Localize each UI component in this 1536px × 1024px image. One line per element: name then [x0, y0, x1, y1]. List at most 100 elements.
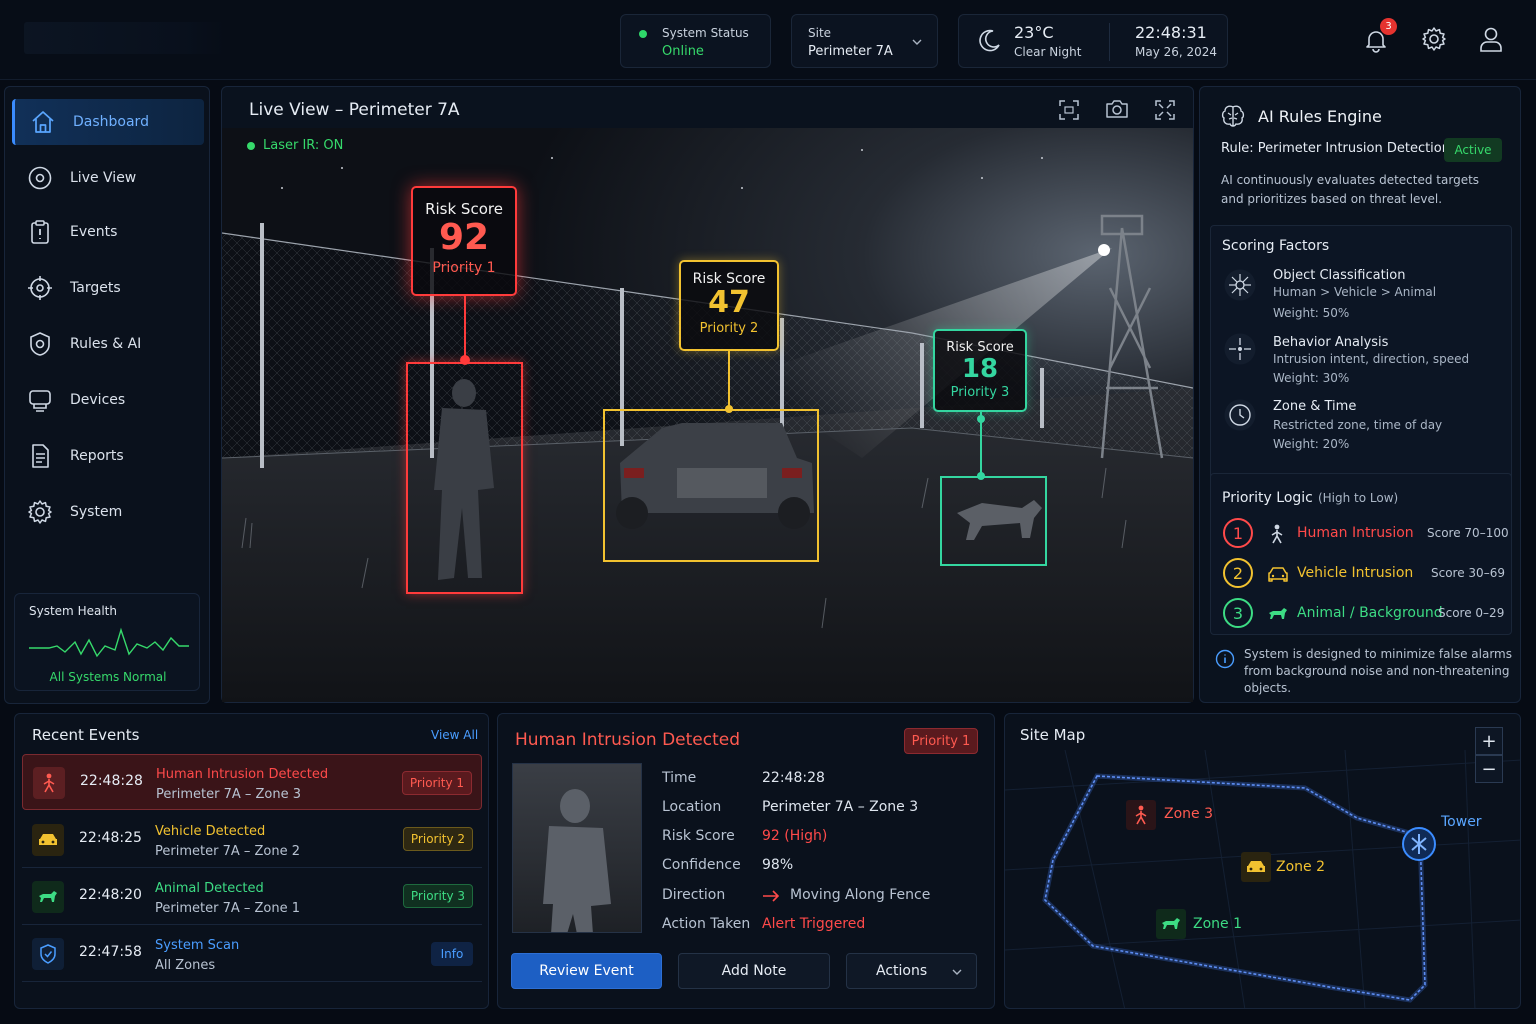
- rule-description-1: AI continuously evaluates detected targe…: [1221, 173, 1480, 187]
- sidebar-item-label: Targets: [70, 280, 121, 296]
- focus-button[interactable]: [1058, 99, 1080, 121]
- system-status-box[interactable]: System Status Online: [620, 14, 771, 68]
- event-time: 22:47:58: [79, 944, 142, 960]
- sidebar-item-label: Events: [70, 224, 118, 240]
- event-location: Perimeter 7A – Zone 3: [156, 787, 301, 802]
- event-location: All Zones: [155, 958, 216, 973]
- factor-2-weight: Weight: 30%: [1273, 371, 1350, 385]
- person-icon: [43, 773, 55, 793]
- camera-feed[interactable]: Laser IR: ON Risk Score 92 Priority 1 Ri…: [222, 128, 1193, 702]
- zone-1-marker[interactable]: [1156, 909, 1186, 939]
- zoom-out-button[interactable]: −: [1475, 755, 1503, 783]
- sidebar-item-events[interactable]: Events: [12, 209, 204, 255]
- health-waveform: [29, 627, 189, 658]
- factor-2-sub: Intrusion intent, direction, speed: [1273, 352, 1470, 366]
- risk-score-box-2[interactable]: Risk Score 47 Priority 2: [679, 260, 779, 351]
- zoom-in-button[interactable]: +: [1475, 727, 1503, 755]
- site-label: Site: [808, 26, 832, 40]
- event-row-3[interactable]: 22:48:20 Animal Detected Perimeter 7A – …: [22, 869, 482, 925]
- sidebar-item-targets[interactable]: Targets: [12, 265, 204, 311]
- ai-rules-panel: AI Rules Engine Rule: Perimeter Intrusio…: [1199, 86, 1521, 703]
- view-all-link[interactable]: View All: [431, 728, 478, 742]
- priority-logic-title-text: Priority Logic: [1222, 490, 1313, 506]
- animal-icon: [1162, 918, 1180, 929]
- actions-label: Actions: [876, 963, 928, 979]
- event-row-4[interactable]: 22:47:58 System Scan All Zones Info: [22, 926, 482, 982]
- event-icon-box: [32, 938, 64, 970]
- site-selector[interactable]: Site Perimeter 7A: [791, 14, 938, 68]
- app-logo: [24, 22, 224, 54]
- live-view-title: Live View – Perimeter 7A: [249, 100, 460, 120]
- animal-icon: [39, 891, 57, 902]
- gear-icon: [28, 500, 52, 524]
- network-icon: [1224, 269, 1256, 301]
- false-alarm-note-1: System is designed to minimize false ala…: [1244, 647, 1512, 661]
- add-note-button[interactable]: Add Note: [678, 953, 830, 989]
- sidebar-item-devices[interactable]: Devices: [12, 377, 204, 423]
- sidebar-item-live-view[interactable]: Live View: [12, 155, 204, 201]
- bounding-box-vehicle[interactable]: [603, 409, 819, 562]
- priority-num-2: 2: [1223, 558, 1253, 588]
- user-profile-button[interactable]: [1478, 25, 1506, 55]
- scoring-factors-title: Scoring Factors: [1222, 238, 1330, 254]
- sidebar-item-label: Rules & AI: [70, 336, 142, 352]
- detail-time-value: 22:48:28: [762, 770, 825, 786]
- fullscreen-button[interactable]: [1154, 99, 1176, 121]
- risk-score-value: 92: [438, 217, 490, 258]
- health-status: All Systems Normal: [49, 670, 167, 684]
- priority-row-3: 3 Animal / Background Score 0–29: [1211, 596, 1513, 630]
- priority-label-3: Animal / Background: [1297, 605, 1443, 621]
- priority-score-2: Score 30–69: [1431, 566, 1505, 580]
- event-row-1[interactable]: 22:48:28 Human Intrusion Detected Perime…: [22, 754, 482, 810]
- event-priority-badge: Priority 1: [402, 771, 472, 795]
- false-alarm-note-2: from background noise and non-threatenin…: [1244, 664, 1510, 678]
- factor-3-weight: Weight: 20%: [1273, 437, 1350, 451]
- sidebar-item-label: System: [70, 504, 123, 520]
- risk-priority: Priority 1: [432, 260, 496, 276]
- laser-dot-icon: [247, 141, 255, 150]
- detail-risk-value: 92 (High): [762, 828, 828, 844]
- animal-icon: [1269, 608, 1287, 619]
- status-label: System Status: [662, 26, 749, 40]
- risk-score-box-3[interactable]: Risk Score 18 Priority 3: [933, 329, 1027, 412]
- actions-dropdown[interactable]: Actions: [846, 953, 977, 989]
- risk-score-value: 18: [961, 354, 999, 384]
- bounding-box-person[interactable]: [406, 362, 523, 594]
- detail-location-label: Location: [662, 799, 722, 815]
- moon-icon: [979, 29, 1000, 52]
- priority-row-1: 1 Human Intrusion Score 70–100: [1211, 516, 1513, 550]
- gear-icon: [1422, 27, 1446, 51]
- event-row-2[interactable]: 22:48:25 Vehicle Detected Perimeter 7A –…: [22, 812, 482, 868]
- settings-button[interactable]: [1420, 25, 1450, 55]
- detail-thumbnail[interactable]: [512, 763, 642, 933]
- header-bar: System Status Online Site Perimeter 7A 2…: [0, 0, 1536, 80]
- fullscreen-icon: [1155, 100, 1175, 120]
- zone-2-marker[interactable]: [1241, 852, 1271, 882]
- false-alarm-note-3: objects.: [1244, 681, 1292, 695]
- detail-direction-label: Direction: [662, 887, 726, 903]
- event-icon-box: [32, 824, 64, 856]
- device-icon: [29, 390, 51, 412]
- sidebar-item-label: Live View: [70, 170, 137, 186]
- event-icon-box: [33, 767, 65, 799]
- header-divider: [1109, 23, 1110, 61]
- priority-score-1: Score 70–100: [1427, 526, 1509, 540]
- detail-direction-value: Moving Along Fence: [790, 887, 931, 903]
- snapshot-button[interactable]: [1105, 98, 1129, 120]
- priority-logic-subtitle: (High to Low): [1317, 491, 1399, 505]
- review-event-button[interactable]: Review Event: [511, 953, 662, 989]
- zone-3-marker[interactable]: [1126, 800, 1156, 830]
- event-time: 22:48:20: [79, 887, 142, 903]
- sidebar-item-rules-ai[interactable]: Rules & AI: [12, 321, 204, 367]
- bounding-box-animal[interactable]: [940, 476, 1047, 566]
- sidebar-item-reports[interactable]: Reports: [12, 433, 204, 479]
- risk-score-label: Risk Score: [425, 200, 503, 218]
- risk-score-box-1[interactable]: Risk Score 92 Priority 1: [411, 186, 517, 296]
- event-time: 22:48:25: [79, 830, 142, 846]
- gear-shield-icon: [30, 332, 50, 356]
- notifications-button[interactable]: 3: [1362, 18, 1397, 56]
- arrow-right-icon: [763, 890, 780, 902]
- sidebar-item-system[interactable]: System: [12, 489, 204, 535]
- event-title: Vehicle Detected: [155, 824, 266, 839]
- sidebar-item-dashboard[interactable]: Dashboard: [12, 99, 204, 145]
